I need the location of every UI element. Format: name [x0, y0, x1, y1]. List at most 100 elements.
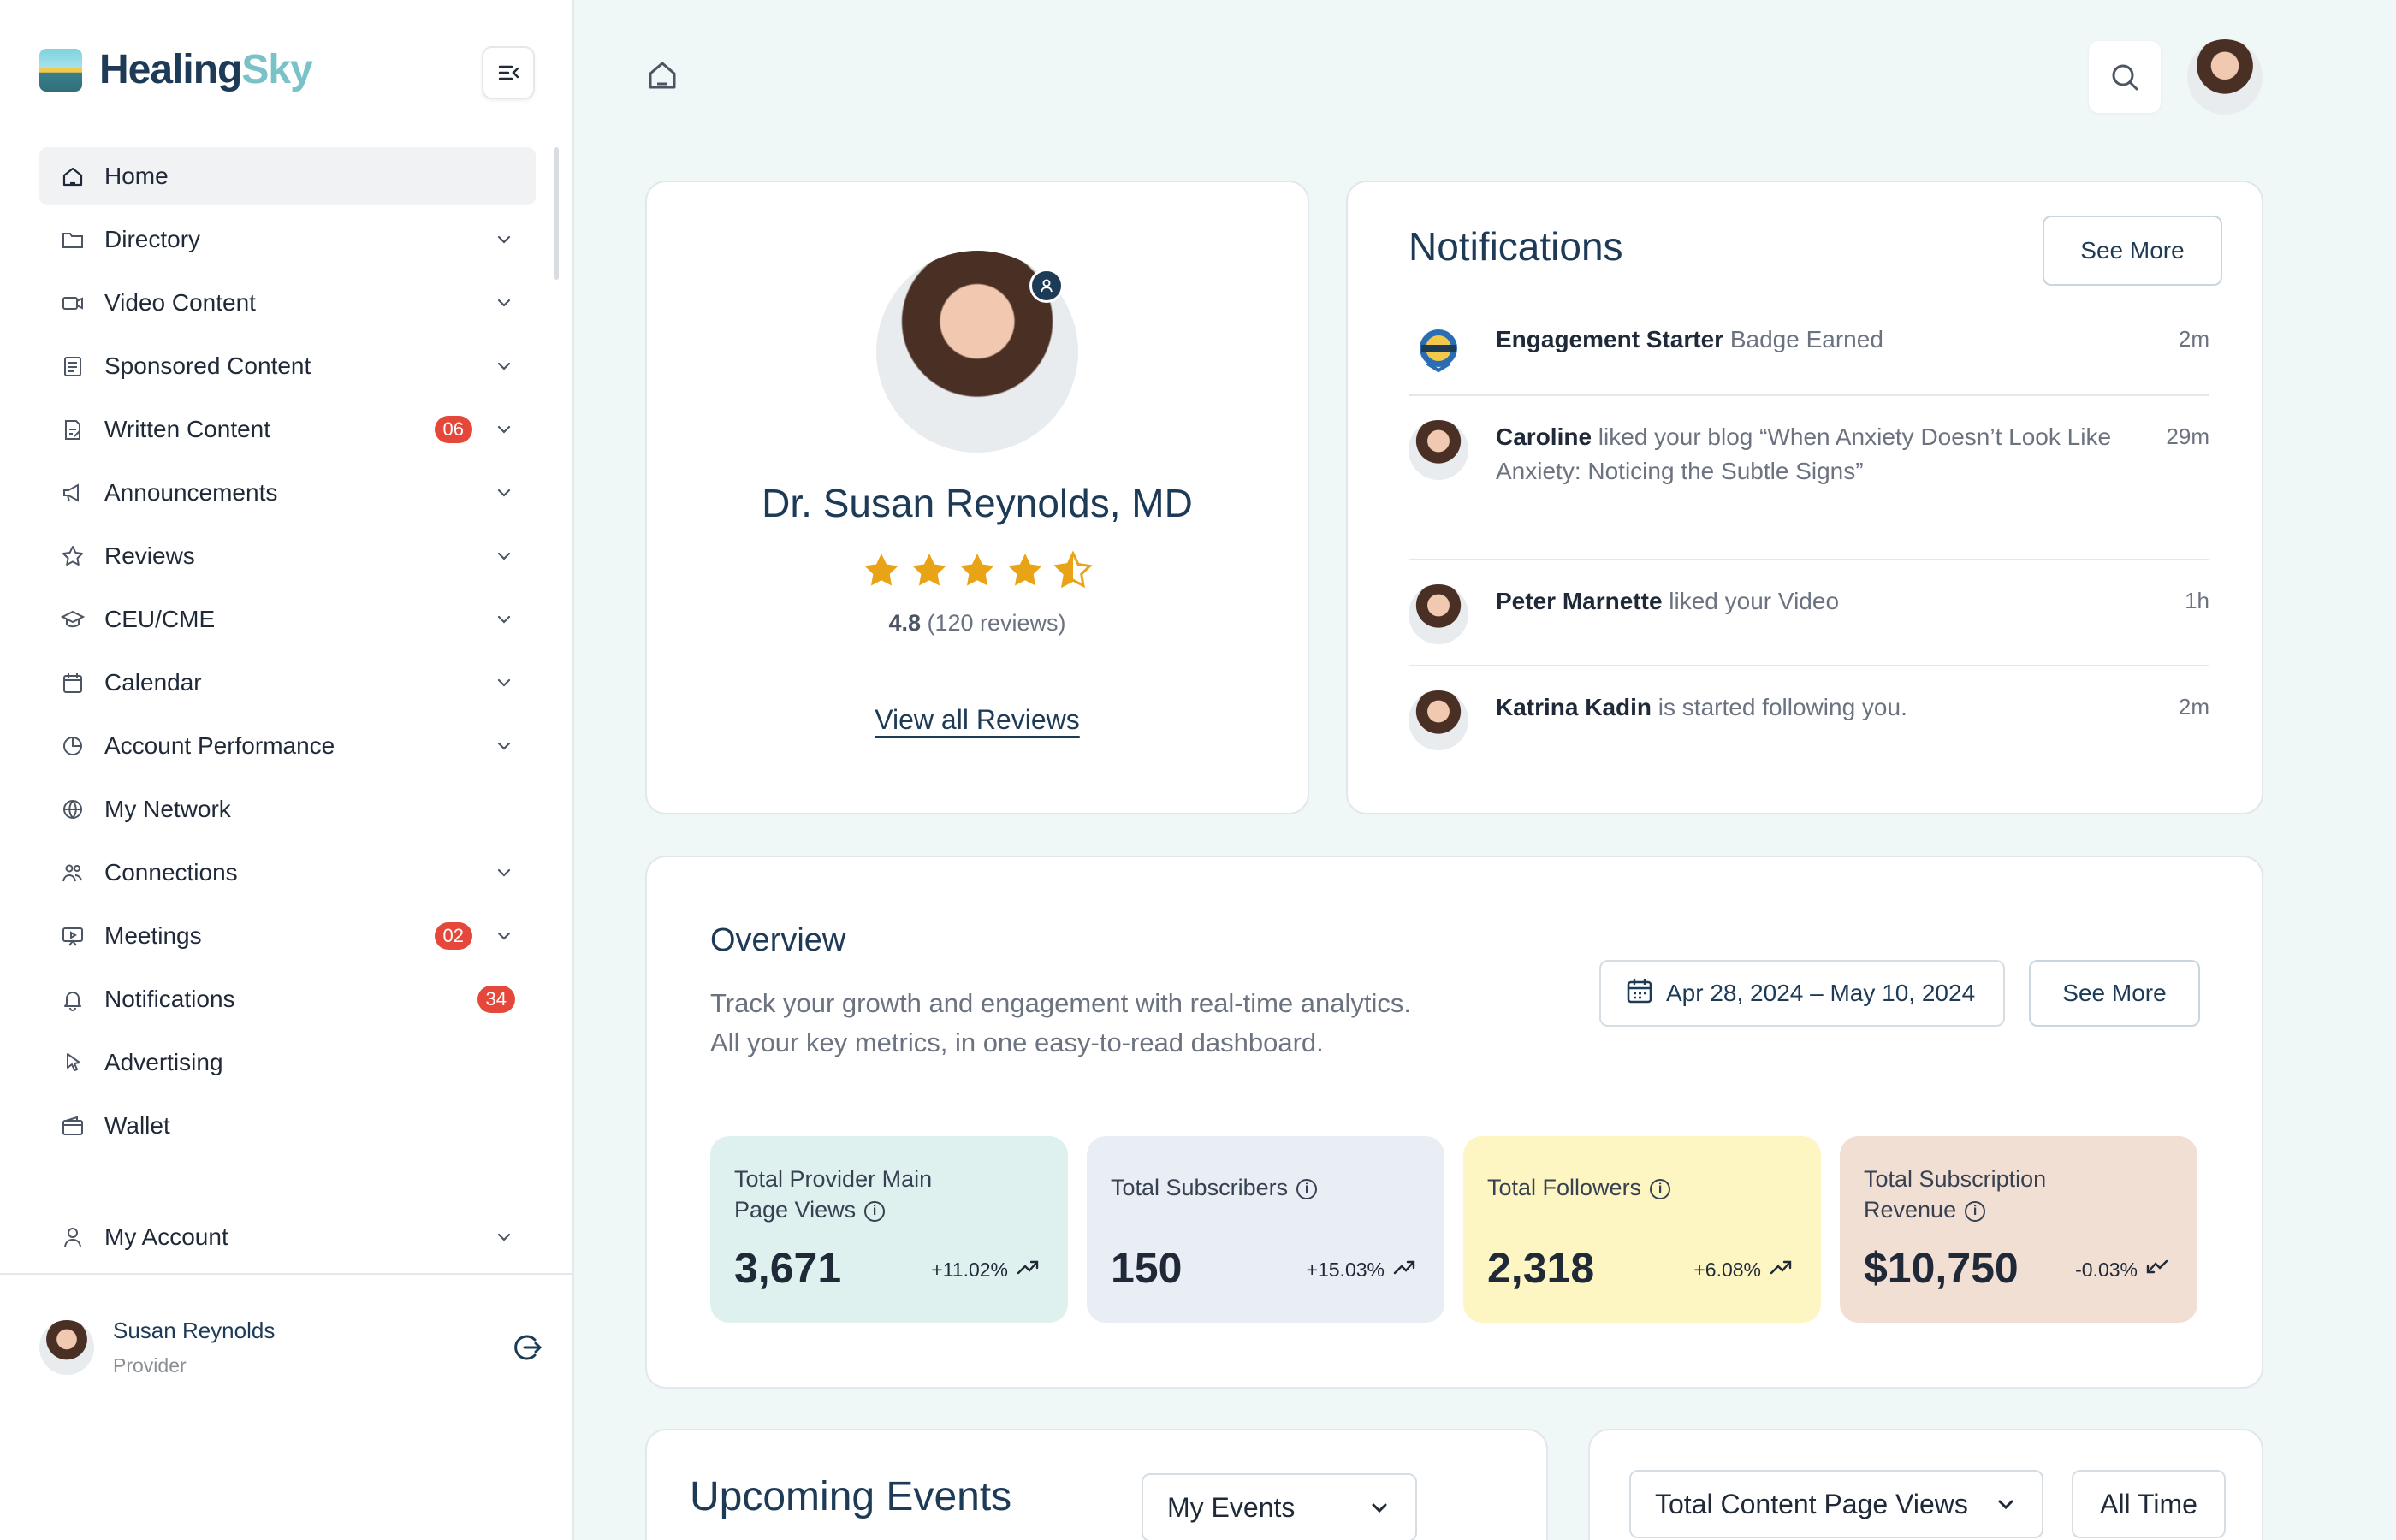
info-icon[interactable]: i	[1965, 1200, 1986, 1222]
sidebar-item-video-content[interactable]: Video Content	[39, 274, 536, 332]
content-stats-card: Total Content Page Views All Time	[1588, 1429, 2263, 1540]
metric-delta-value: -0.03%	[2075, 1258, 2138, 1281]
logout-button[interactable]	[510, 1330, 544, 1365]
sidebar-item-advertising[interactable]: Advertising	[39, 1034, 536, 1092]
notification-actor: Katrina Kadin	[1496, 694, 1652, 720]
chevron-down-icon	[493, 925, 515, 947]
notification-message: Badge Earned	[1723, 326, 1883, 352]
collapse-menu-icon	[498, 65, 519, 80]
metric-card[interactable]: Total Provider Main Page Views i 3,671 +11.…	[710, 1136, 1068, 1323]
info-icon[interactable]: i	[1650, 1178, 1671, 1199]
notification-time: 1h	[2185, 588, 2209, 613]
rating-stars	[647, 550, 1308, 595]
metric-label: Total Subscription Revenue i	[1864, 1164, 2120, 1225]
info-icon[interactable]: i	[1296, 1178, 1318, 1199]
calendar-icon	[1625, 976, 1654, 1011]
metric-label-text: Total Followers	[1487, 1175, 1642, 1200]
notification-message: is started following you.	[1652, 694, 1907, 720]
sidebar-item-written-content[interactable]: Written Content 06	[39, 400, 536, 459]
home-breadcrumb-icon[interactable]	[645, 58, 679, 92]
search-button[interactable]	[2089, 41, 2161, 113]
presentation-icon	[60, 923, 86, 949]
cursor-icon	[60, 1050, 86, 1075]
events-filter-select[interactable]: My Events	[1142, 1473, 1417, 1540]
view-all-reviews-link[interactable]: View all Reviews	[647, 704, 1308, 736]
sidebar-item-notifications[interactable]: Notifications 34	[39, 970, 536, 1028]
avatar	[1409, 584, 1468, 644]
time-range-select[interactable]: All Time	[2072, 1470, 2226, 1538]
star-filled-icon	[1005, 550, 1046, 595]
overview-see-more-button[interactable]: See More	[2029, 960, 2200, 1027]
user-icon	[60, 1224, 86, 1250]
metric-delta: -0.03%	[2075, 1258, 2168, 1282]
notification-item[interactable]: Katrina Kadin is started following you. 2…	[1409, 666, 2209, 764]
graduation-cap-icon	[60, 607, 86, 632]
sidebar-item-label: Reviews	[104, 542, 195, 569]
logo[interactable]: HealingSky	[39, 46, 313, 93]
avatar[interactable]	[39, 1320, 94, 1375]
notification-actor: Engagement Starter	[1496, 326, 1724, 352]
chevron-down-icon	[493, 545, 515, 567]
metric-label-text: Total Subscribers	[1111, 1175, 1289, 1200]
overview-title: Overview	[710, 922, 846, 958]
overview-description-line: Track your growth and engagement with re…	[710, 988, 1412, 1018]
header-avatar[interactable]	[2187, 39, 2263, 115]
badge-icon	[1409, 323, 1468, 382]
sidebar-item-home[interactable]: Home	[39, 147, 536, 205]
sidebar-item-my-account[interactable]: My Account	[39, 1208, 536, 1266]
logo-text: HealingSky	[99, 47, 313, 92]
overview-card: Overview Track your growth and engagemen…	[645, 856, 2263, 1389]
content-metric-select[interactable]: Total Content Page Views	[1629, 1470, 2043, 1538]
notifications-title: Notifications	[1409, 224, 1623, 269]
sidebar-user: Susan Reynolds Provider	[39, 1318, 544, 1377]
sidebar-item-calendar[interactable]: Calendar	[39, 654, 536, 712]
date-range-picker[interactable]: Apr 28, 2024 – May 10, 2024	[1599, 960, 2005, 1027]
document-icon	[60, 353, 86, 379]
notification-item[interactable]: Peter Marnette liked your Video 1h	[1409, 560, 2209, 666]
sidebar-item-meetings[interactable]: Meetings 02	[39, 907, 536, 965]
metric-delta-value: +6.08%	[1693, 1258, 1761, 1281]
metric-card[interactable]: Total Followers i 2,318 +6.08%	[1463, 1136, 1821, 1323]
sidebar-item-reviews[interactable]: Reviews	[39, 527, 536, 585]
sidebar-item-sponsored-content[interactable]: Sponsored Content	[39, 337, 536, 395]
sidebar-item-label: CEU/CME	[104, 606, 216, 632]
sidebar-item-label: Directory	[104, 226, 201, 252]
chevron-down-icon	[493, 482, 515, 504]
rating-count: (120 reviews)	[920, 610, 1066, 636]
sidebar-item-label: Advertising	[104, 1049, 223, 1075]
info-icon[interactable]: i	[864, 1200, 886, 1222]
sidebar-scrollbar[interactable]	[554, 147, 559, 280]
sidebar-item-wallet[interactable]: Wallet	[39, 1097, 536, 1155]
trend-up-icon	[1017, 1258, 1039, 1282]
sidebar-item-announcements[interactable]: Announcements	[39, 464, 536, 522]
rating-summary: 4.8 (120 reviews)	[647, 610, 1308, 637]
sidebar-item-my-network[interactable]: My Network	[39, 780, 536, 838]
metric-value: 150	[1111, 1244, 1183, 1292]
notifications-see-more-button[interactable]: See More	[2043, 216, 2222, 286]
chevron-down-icon	[493, 672, 515, 694]
profile-card: Dr. Susan Reynolds, MD 4.8 (120 reviews)…	[645, 181, 1309, 814]
sidebar-item-connections[interactable]: Connections	[39, 844, 536, 902]
sidebar-item-label: Connections	[104, 859, 238, 886]
logout-icon	[514, 1335, 543, 1360]
sidebar-item-directory[interactable]: Directory	[39, 210, 536, 269]
notification-text: Engagement Starter Badge Earned	[1496, 323, 2209, 357]
chevron-down-icon	[493, 608, 515, 631]
sidebar-item-account-performance[interactable]: Account Performance	[39, 717, 536, 775]
count-badge: 06	[434, 416, 472, 443]
user-meta: Susan Reynolds Provider	[113, 1318, 510, 1377]
metric-value: $10,750	[1864, 1244, 2019, 1292]
notification-message: liked your Video	[1662, 588, 1840, 614]
star-filled-icon	[957, 550, 998, 595]
sidebar-item-label: Sponsored Content	[104, 352, 311, 379]
sidebar-item-ceu-cme[interactable]: CEU/CME	[39, 590, 536, 649]
metric-delta: +11.02%	[931, 1258, 1039, 1282]
sidebar-item-label: Notifications	[104, 986, 235, 1012]
notification-item[interactable]: Engagement Starter Badge Earned 2m	[1409, 302, 2209, 396]
notification-item[interactable]: Caroline liked your blog “When Anxiety D…	[1409, 396, 2209, 560]
metric-card[interactable]: Total Subscribers i 150 +15.03%	[1087, 1136, 1444, 1323]
notification-time: 2m	[2178, 694, 2209, 720]
collapse-sidebar-button[interactable]	[482, 46, 535, 99]
chevron-down-icon	[493, 735, 515, 757]
metric-card[interactable]: Total Subscription Revenue i $10,750 -0.03%	[1840, 1136, 2197, 1323]
